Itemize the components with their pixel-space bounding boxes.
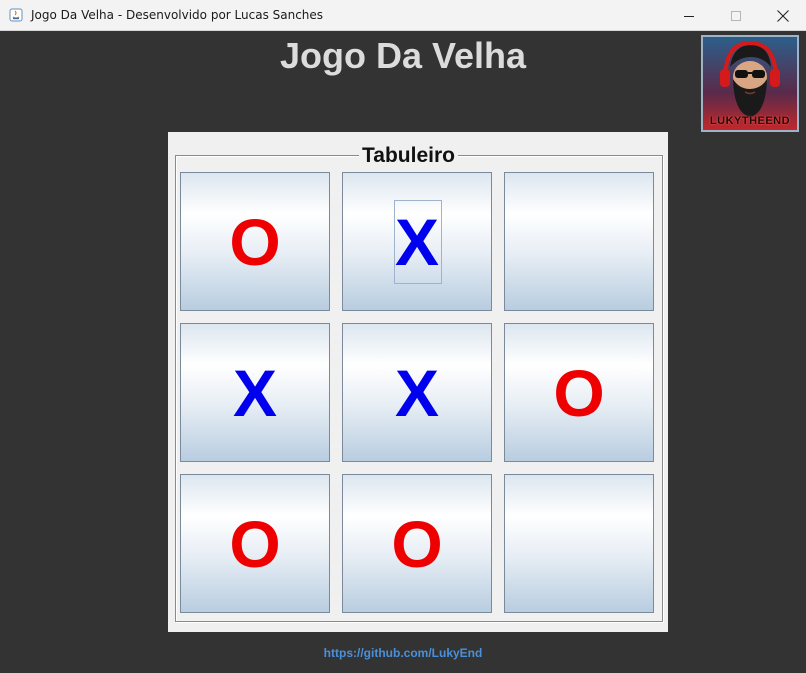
board-cell-4[interactable]: X (342, 323, 492, 462)
close-button[interactable] (760, 0, 806, 31)
cell-mark: O (229, 506, 281, 581)
maximize-icon (731, 10, 741, 21)
java-app-icon (9, 8, 23, 22)
window-title-bar[interactable]: Jogo Da Velha - Desenvolvido por Lucas S… (0, 0, 806, 31)
cell-mark: X (232, 355, 278, 430)
board-cell-5[interactable]: O (504, 323, 654, 462)
board-cell-0[interactable]: O (180, 172, 330, 311)
board-title: Tabuleiro (359, 144, 458, 168)
minimize-button[interactable] (666, 0, 712, 31)
board-cell-7[interactable]: O (342, 474, 492, 613)
avatar-logo-text: LUKYTHEEND (709, 115, 791, 127)
board-cell-8[interactable] (504, 474, 654, 613)
cell-mark: O (229, 204, 281, 279)
board-cell-1[interactable]: X (342, 172, 492, 311)
github-link[interactable]: https://github.com/LukyEnd (0, 646, 806, 660)
page-title: Jogo Da Velha (279, 35, 527, 76)
cell-mark: X (394, 355, 440, 430)
board-cell-6[interactable]: O (180, 474, 330, 613)
window-title: Jogo Da Velha - Desenvolvido por Lucas S… (31, 8, 324, 22)
board-cell-3[interactable]: X (180, 323, 330, 462)
cell-mark: O (553, 355, 605, 430)
maximize-button[interactable] (713, 0, 759, 31)
cell-mark: X (394, 204, 440, 279)
board-panel: Tabuleiro O X X X O O O (168, 132, 668, 632)
board-cell-2[interactable] (504, 172, 654, 311)
minimize-icon (684, 15, 694, 17)
avatar: LUKYTHEEND (701, 35, 799, 132)
cell-mark: O (391, 506, 443, 581)
close-icon (777, 9, 789, 22)
